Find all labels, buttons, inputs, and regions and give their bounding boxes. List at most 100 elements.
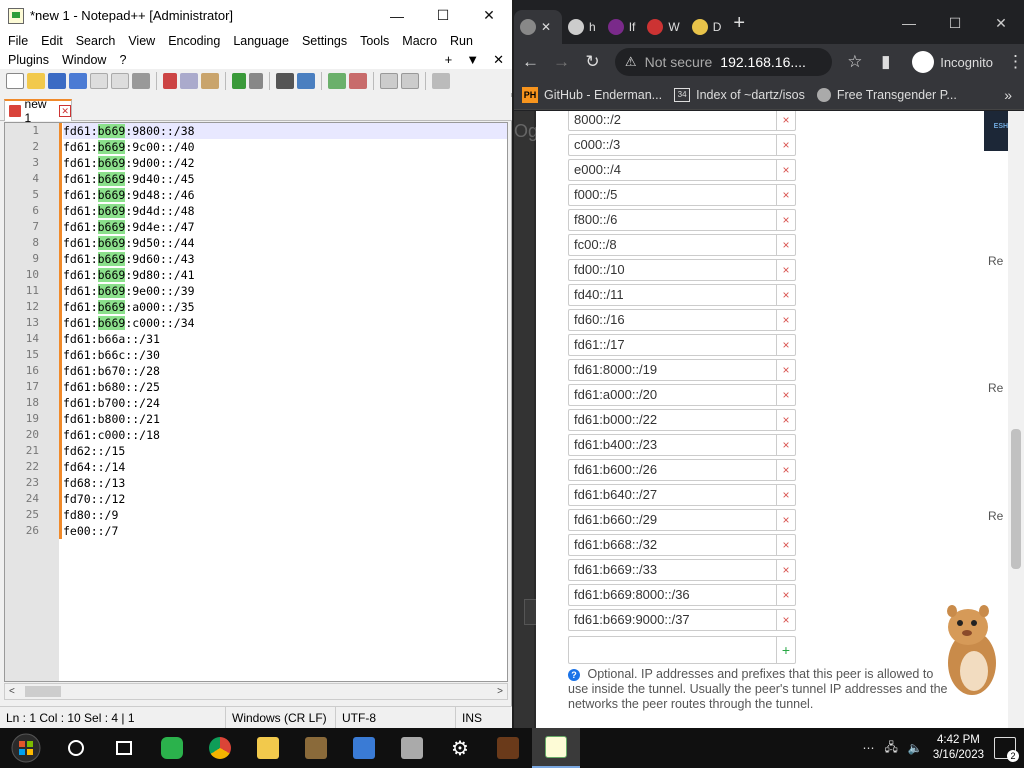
code-line[interactable]: fd61:b669:9d48::/46: [63, 187, 507, 203]
new-document-ctrl[interactable]: +: [445, 52, 453, 68]
menu-language[interactable]: Language: [233, 34, 289, 48]
allowed-ip-input[interactable]: c000::/3: [568, 134, 776, 156]
remove-ip-button[interactable]: ×: [776, 559, 796, 581]
remove-ip-button[interactable]: ×: [776, 409, 796, 431]
menu-encoding[interactable]: Encoding: [168, 34, 220, 48]
npp-minimize-button[interactable]: —: [374, 0, 420, 31]
menu-macro[interactable]: Macro: [402, 34, 437, 48]
scrollbar-thumb[interactable]: [1011, 429, 1021, 569]
bookmark-github[interactable]: PH GitHub - Enderman...: [522, 86, 662, 103]
code-line[interactable]: fd62::/15: [63, 443, 507, 459]
volume-icon[interactable]: 🔈: [908, 741, 923, 755]
code-line[interactable]: fd64::/14: [63, 459, 507, 475]
address-bar[interactable]: ⚠ Not secure 192.168.16....: [614, 48, 833, 76]
menu-file[interactable]: File: [8, 34, 28, 48]
code-line[interactable]: fd61:b66c::/30: [63, 347, 507, 363]
remove-ip-button[interactable]: ×: [776, 234, 796, 256]
menu-help[interactable]: ?: [119, 53, 126, 67]
sync-horizontal-icon[interactable]: [401, 73, 419, 89]
code-area[interactable]: fd61:b669:9800::/38 fd61:b669:9c00::/40 fd…: [63, 123, 507, 539]
code-line[interactable]: fd61:b669:9d80::/41: [63, 267, 507, 283]
tray-overflow-icon[interactable]: ⋯: [862, 741, 874, 755]
network-icon[interactable]: 🖧: [884, 738, 897, 759]
code-line[interactable]: fd61:b669:9e00::/39: [63, 283, 507, 299]
close-all-icon[interactable]: [111, 73, 129, 89]
allowed-ip-input[interactable]: fd61::/17: [568, 334, 776, 356]
chrome-close-button[interactable]: ✕: [978, 7, 1024, 39]
allowed-ip-input[interactable]: fd61:b669:9000::/37: [568, 609, 776, 631]
remove-ip-button[interactable]: ×: [776, 584, 796, 606]
code-line[interactable]: fd61:c000::/18: [63, 427, 507, 443]
save-icon[interactable]: [48, 73, 66, 89]
code-line[interactable]: fd61:b669:9d40::/45: [63, 171, 507, 187]
remove-ip-button[interactable]: ×: [776, 134, 796, 156]
remove-ip-button[interactable]: ×: [776, 359, 796, 381]
code-line[interactable]: fd61:b669:9d00::/42: [63, 155, 507, 171]
allowed-ip-input[interactable]: f000::/5: [568, 184, 776, 206]
copy-icon[interactable]: [180, 73, 198, 89]
menu-edit[interactable]: Edit: [41, 34, 63, 48]
code-line[interactable]: fd80::/9: [63, 507, 507, 523]
add-ip-button[interactable]: +: [776, 636, 796, 664]
code-line[interactable]: fd61:b669:c000::/34: [63, 315, 507, 331]
side-panel-icon[interactable]: ▮: [877, 52, 894, 72]
close-document-ctrl[interactable]: ✕: [493, 52, 504, 68]
allowed-ip-input[interactable]: fd00::/10: [568, 259, 776, 281]
code-line[interactable]: fd61:b700::/24: [63, 395, 507, 411]
code-line[interactable]: fe00::/7: [63, 523, 507, 539]
media-app-icon[interactable]: [484, 728, 532, 768]
notepadpp-taskbar-icon[interactable]: [532, 728, 580, 768]
code-line[interactable]: fd61:b800::/21: [63, 411, 507, 427]
code-line[interactable]: fd61:b669:9d4e::/47: [63, 219, 507, 235]
reload-icon[interactable]: ↻: [584, 52, 601, 72]
remove-ip-button[interactable]: ×: [776, 111, 796, 131]
code-line[interactable]: fd61:b669:9c00::/40: [63, 139, 507, 155]
chrome-app-icon[interactable]: [196, 728, 244, 768]
search-icon[interactable]: [52, 728, 100, 768]
browser-tab-5[interactable]: D: [686, 10, 728, 44]
open-file-icon[interactable]: [27, 73, 45, 89]
code-line[interactable]: fd68::/13: [63, 475, 507, 491]
new-allowed-ip-input[interactable]: [568, 636, 776, 664]
remove-ip-button[interactable]: ×: [776, 284, 796, 306]
redo-icon[interactable]: [249, 73, 263, 89]
new-tab-button[interactable]: +: [733, 12, 745, 35]
clock[interactable]: 4:42 PM 3/16/2023: [933, 733, 984, 763]
remove-ip-button[interactable]: ×: [776, 384, 796, 406]
chrome-maximize-button[interactable]: ☐: [932, 7, 978, 39]
scrollbar-thumb[interactable]: [25, 686, 61, 697]
page-vertical-scrollbar[interactable]: [1008, 111, 1024, 728]
sync-vertical-icon[interactable]: [380, 73, 398, 89]
scroll-right-icon[interactable]: >: [497, 686, 503, 697]
scroll-left-icon[interactable]: <: [9, 686, 15, 697]
allowed-ip-input[interactable]: fd40::/11: [568, 284, 776, 306]
back-arrow-icon[interactable]: ←: [522, 52, 539, 72]
tab-close-icon[interactable]: ✕: [541, 20, 551, 34]
menu-search[interactable]: Search: [76, 34, 116, 48]
code-line[interactable]: fd61:b669:9d4d::/48: [63, 203, 507, 219]
allowed-ip-input[interactable]: fd61:b669:8000::/36: [568, 584, 776, 606]
code-line[interactable]: fd61:b669:9800::/38: [63, 123, 507, 139]
allowed-ip-input[interactable]: fd61:b640::/27: [568, 484, 776, 506]
remove-ip-button[interactable]: ×: [776, 509, 796, 531]
new-file-icon[interactable]: [6, 73, 24, 89]
remove-ip-button[interactable]: ×: [776, 534, 796, 556]
code-line[interactable]: fd61:b669:9d50::/44: [63, 235, 507, 251]
allowed-ip-input[interactable]: fd60::/16: [568, 309, 776, 331]
allowed-ip-input[interactable]: fd61:b400::/23: [568, 434, 776, 456]
remove-ip-button[interactable]: ×: [776, 609, 796, 631]
code-line[interactable]: fd61:b669:a000::/35: [63, 299, 507, 315]
allowed-ip-input[interactable]: fd61:b600::/26: [568, 459, 776, 481]
menu-settings[interactable]: Settings: [302, 34, 347, 48]
npp-maximize-button[interactable]: ☐: [420, 0, 466, 31]
close-file-icon[interactable]: [90, 73, 108, 89]
allowed-ip-input[interactable]: e000::/4: [568, 159, 776, 181]
code-line[interactable]: fd61:b680::/25: [63, 379, 507, 395]
menu-window[interactable]: Window: [62, 53, 106, 67]
word-wrap-icon[interactable]: [432, 73, 450, 89]
npp-editor[interactable]: 1 2 3 4 5 6 7 8 9 10 11 12 13 14 15 16 17 18 19 20 21 22 23 24 2…: [4, 122, 508, 682]
cubes-app-icon[interactable]: [340, 728, 388, 768]
settings-gear-icon[interactable]: ⚙: [436, 728, 484, 768]
code-line[interactable]: fd70::/12: [63, 491, 507, 507]
remove-ip-button[interactable]: ×: [776, 184, 796, 206]
